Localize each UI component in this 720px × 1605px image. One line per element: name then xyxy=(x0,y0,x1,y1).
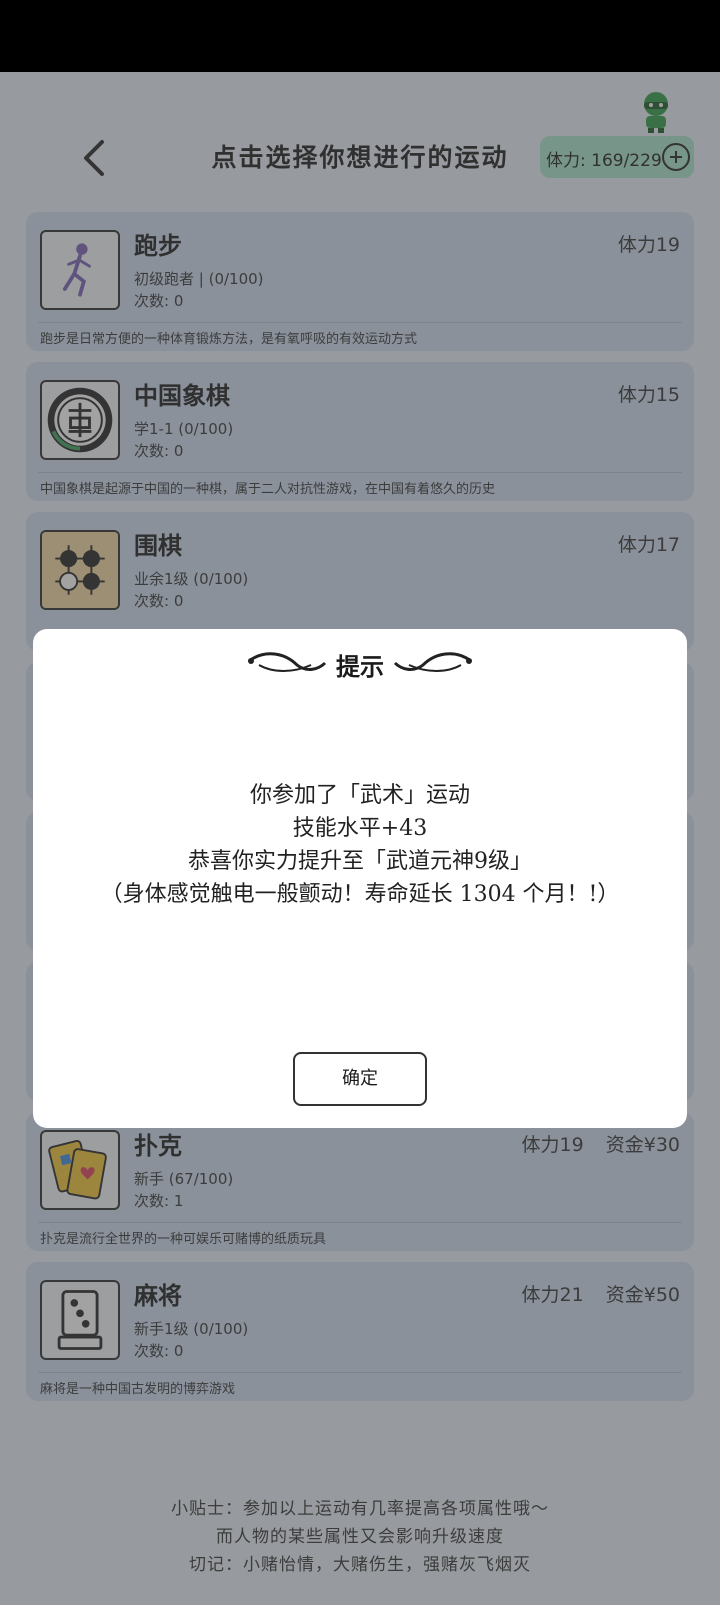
dialog-header: 提示 xyxy=(33,639,687,685)
message-line: 恭喜你实力提升至「武道元神9级」 xyxy=(188,849,532,874)
message-line: （身体感觉触电一般颤动！寿命延长 1304 个月！!） xyxy=(100,882,620,907)
confirm-button[interactable]: 确定 xyxy=(293,1052,427,1106)
dialog-message: 你参加了「武术」运动 技能水平+43 恭喜你实力提升至「武道元神9级」 （身体感… xyxy=(33,779,687,911)
status-bar xyxy=(0,0,720,72)
dialog-title: 提示 xyxy=(336,652,384,681)
message-line: 你参加了「武术」运动 xyxy=(249,783,470,808)
tip-dialog: 提示 你参加了「武术」运动 技能水平+43 恭喜你实力提升至「武道元神9级」 （… xyxy=(33,629,687,1128)
message-line: 技能水平+43 xyxy=(292,816,428,841)
